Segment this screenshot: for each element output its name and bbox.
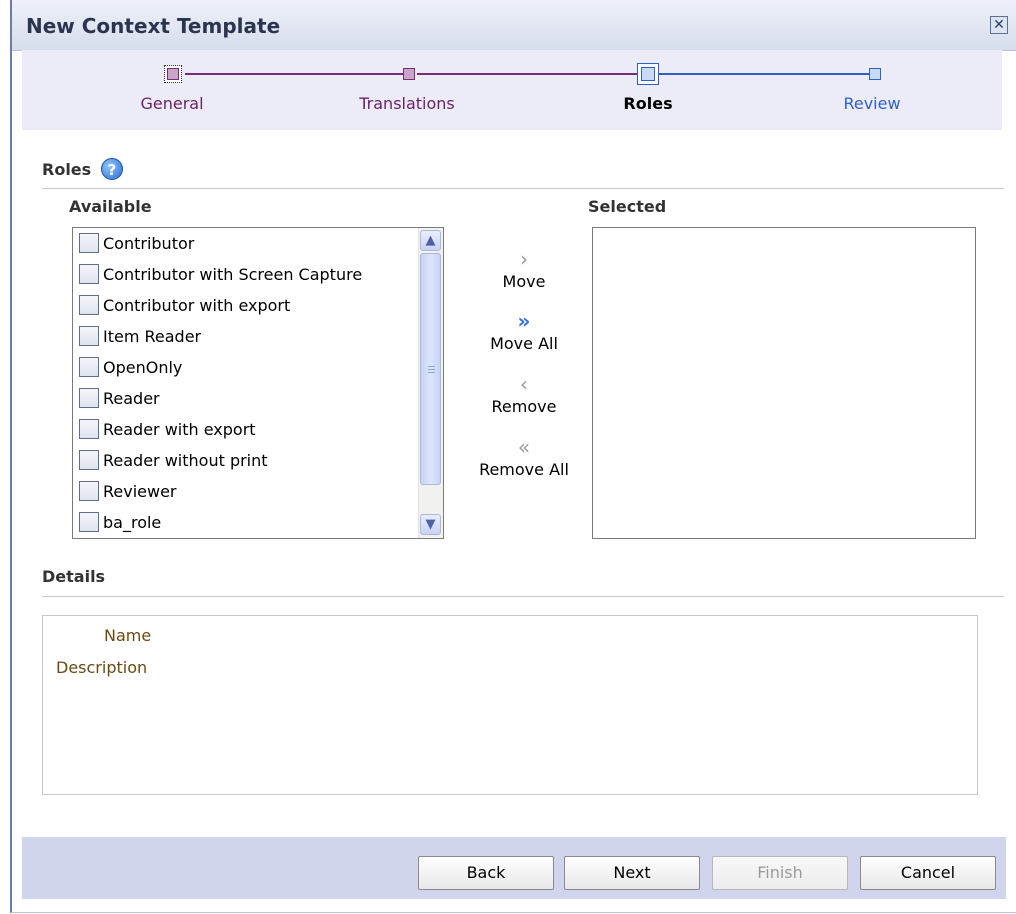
checkbox[interactable]: [79, 419, 99, 439]
dialog-footer: Back Next Finish Cancel: [22, 837, 1006, 899]
list-item[interactable]: Reader without print: [79, 447, 268, 473]
list-item[interactable]: Contributor: [79, 230, 194, 256]
list-item[interactable]: Contributor with Screen Capture: [79, 261, 362, 287]
role-label: Reader without print: [103, 450, 268, 470]
name-label: Name: [104, 626, 152, 645]
checkbox[interactable]: [79, 388, 99, 408]
scroll-up-icon[interactable]: ▲: [420, 230, 441, 251]
list-item[interactable]: Contributor with export: [79, 292, 290, 318]
cancel-button[interactable]: Cancel: [860, 856, 996, 890]
train-stop-roles: [637, 63, 659, 85]
back-button[interactable]: Back: [418, 856, 554, 890]
roles-heading: Roles: [42, 160, 92, 179]
checkbox[interactable]: [79, 295, 99, 315]
role-label: Contributor with export: [103, 295, 291, 315]
chevron-right-icon: ›: [520, 247, 528, 271]
list-item[interactable]: OpenOnly: [79, 354, 182, 380]
train-label-translations[interactable]: Translations: [359, 94, 455, 113]
checkbox[interactable]: [79, 512, 99, 532]
train-label-roles: Roles: [623, 94, 673, 113]
train-label-general[interactable]: General: [140, 94, 203, 113]
divider: [42, 188, 1004, 189]
list-item[interactable]: Reader with export: [79, 416, 256, 442]
train-label-review[interactable]: Review: [843, 94, 900, 113]
checkbox[interactable]: [79, 450, 99, 470]
checkbox[interactable]: [79, 264, 99, 284]
list-item[interactable]: Reader: [79, 385, 160, 411]
description-label: Description: [56, 658, 148, 677]
remove-all-label: Remove All: [479, 460, 569, 479]
available-roles-list[interactable]: Contributor Contributor with Screen Capt…: [72, 227, 444, 539]
train-connector: [417, 73, 637, 75]
next-button[interactable]: Next: [564, 856, 700, 890]
chevron-left-icon: ‹: [520, 372, 528, 396]
remove-label: Remove: [491, 397, 557, 416]
list-item[interactable]: Item Reader: [79, 323, 201, 349]
train-connector: [649, 73, 869, 75]
details-heading: Details: [42, 567, 106, 586]
selected-roles-list[interactable]: [592, 227, 976, 539]
selected-label: Selected: [588, 197, 667, 216]
train-connector: [185, 73, 405, 75]
role-label: Reviewer: [103, 481, 177, 501]
move-button[interactable]: › Move: [452, 248, 596, 291]
role-label: Contributor with Screen Capture: [103, 264, 363, 284]
wizard-train: General Translations Roles Review: [22, 50, 1002, 130]
scroll-down-icon[interactable]: ▼: [420, 514, 441, 535]
finish-button: Finish: [712, 856, 848, 890]
double-chevron-right-icon: »: [517, 309, 531, 333]
move-all-button[interactable]: » Move All: [452, 310, 596, 353]
train-stop-translations[interactable]: [403, 68, 415, 80]
checkbox[interactable]: [79, 326, 99, 346]
role-label: ba_role: [103, 512, 162, 532]
move-all-label: Move All: [490, 334, 558, 353]
role-label: Contributor: [103, 233, 195, 253]
help-icon[interactable]: ?: [101, 158, 123, 180]
dialog-title: New Context Template: [26, 14, 281, 38]
double-chevron-left-icon: «: [517, 435, 531, 459]
checkbox[interactable]: [79, 357, 99, 377]
role-label: Reader: [103, 388, 160, 408]
checkbox[interactable]: [79, 233, 99, 253]
close-icon[interactable]: ✕: [990, 16, 1008, 34]
scroll-thumb[interactable]: [420, 253, 441, 485]
details-panel: Name Description: [42, 615, 978, 795]
train-stop-review[interactable]: [869, 68, 881, 80]
train-stop-general[interactable]: [164, 65, 182, 83]
remove-all-button[interactable]: « Remove All: [452, 436, 596, 479]
list-scrollbar[interactable]: ▲ ▼: [418, 228, 443, 538]
role-label: OpenOnly: [103, 357, 183, 377]
dialog-window: New Context Template ✕ General Translati…: [10, 0, 1016, 913]
dialog-titlebar: New Context Template ✕: [12, 0, 1016, 51]
available-label: Available: [69, 197, 152, 216]
list-item[interactable]: ba_role: [79, 509, 161, 535]
move-label: Move: [502, 272, 546, 291]
role-label: Item Reader: [103, 326, 202, 346]
checkbox[interactable]: [79, 481, 99, 501]
list-item[interactable]: Reviewer: [79, 478, 177, 504]
divider: [42, 596, 1004, 597]
remove-button[interactable]: ‹ Remove: [452, 373, 596, 416]
role-label: Reader with export: [103, 419, 256, 439]
